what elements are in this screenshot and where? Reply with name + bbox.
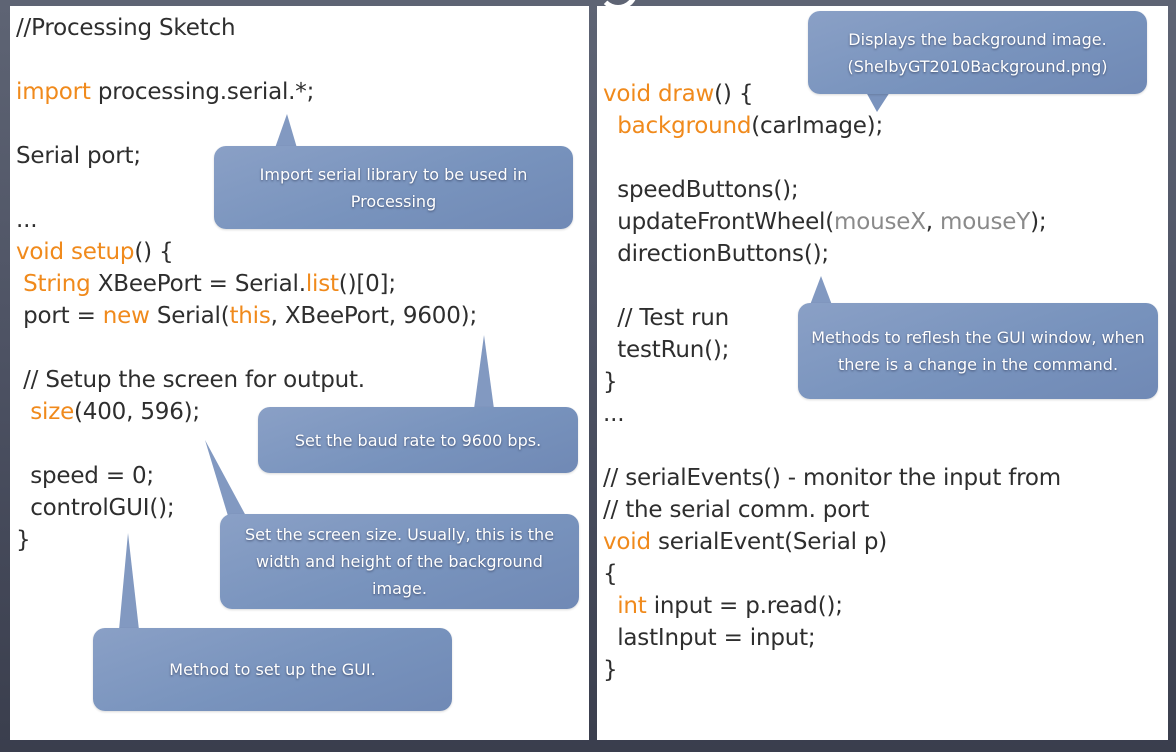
code-keyword: void setup xyxy=(16,239,135,265)
code-line: //Processing Sketch xyxy=(16,12,477,44)
code-text: ... xyxy=(603,401,625,427)
code-line: void draw() { xyxy=(603,78,1061,110)
code-text: // the serial comm. port xyxy=(603,497,870,523)
code-line: import processing.serial.*; xyxy=(16,76,477,108)
code-keyword: String xyxy=(23,271,91,297)
code-keyword: background xyxy=(617,113,752,139)
code-line: background(carImage); xyxy=(603,110,1061,142)
code-line: ... xyxy=(603,398,1061,430)
code-line: updateFrontWheel(mouseX, mouseY); xyxy=(603,206,1061,238)
code-keyword: list xyxy=(305,271,339,297)
code-text: testRun(); xyxy=(603,337,730,363)
code-keyword: import xyxy=(16,79,91,105)
code-line: } xyxy=(603,366,1061,398)
code-line: String XBeePort = Serial.list()[0]; xyxy=(16,268,477,300)
code-text: ()[0]; xyxy=(338,271,396,297)
code-block-draw: void draw() { background(carImage); spee… xyxy=(603,14,1061,686)
code-text: processing.serial.*; xyxy=(90,79,315,105)
code-text: directionButtons(); xyxy=(603,241,829,267)
code-text: } xyxy=(603,657,618,683)
code-line: controlGUI(); xyxy=(16,492,477,524)
code-line: { xyxy=(603,558,1061,590)
code-text: , xyxy=(925,209,941,235)
code-text: , XBeePort, 9600); xyxy=(270,303,478,329)
code-keyword: this xyxy=(229,303,271,329)
code-text: } xyxy=(16,527,31,553)
code-line: void serialEvent(Serial p) xyxy=(603,526,1061,558)
code-line: // Test run xyxy=(603,302,1061,334)
code-panel-left: //Processing Sketch import processing.ser… xyxy=(10,6,589,740)
code-text: () { xyxy=(134,239,174,265)
code-text: controlGUI(); xyxy=(16,495,175,521)
code-text: updateFrontWheel( xyxy=(603,209,835,235)
code-text: XBeePort = Serial. xyxy=(90,271,306,297)
code-keyword: void draw xyxy=(603,81,715,107)
code-line: directionButtons(); xyxy=(603,238,1061,270)
code-line: testRun(); xyxy=(603,334,1061,366)
code-text: Serial( xyxy=(149,303,230,329)
code-text: speedButtons(); xyxy=(603,177,799,203)
code-keyword: void xyxy=(603,529,651,555)
code-line: } xyxy=(16,524,477,556)
code-text: // Test run xyxy=(603,305,730,331)
code-line: size(400, 596); xyxy=(16,396,477,428)
code-panel-right: void draw() { background(carImage); spee… xyxy=(597,6,1168,740)
code-text: speed = 0; xyxy=(16,463,154,489)
code-text: lastInput = input; xyxy=(603,625,816,651)
code-keyword: new xyxy=(102,303,150,329)
code-text: // Setup the screen for output. xyxy=(16,367,365,393)
code-text: serialEvent(Serial p) xyxy=(650,529,888,555)
code-line: // Setup the screen for output. xyxy=(16,364,477,396)
code-text: ); xyxy=(1030,209,1047,235)
code-text: } xyxy=(603,369,618,395)
code-block-setup: //Processing Sketch import processing.ser… xyxy=(16,12,477,556)
code-keyword: size xyxy=(30,399,75,425)
code-text: () { xyxy=(714,81,754,107)
code-text: //Processing Sketch xyxy=(16,15,236,41)
code-line: Serial port; xyxy=(16,140,477,172)
code-line: speedButtons(); xyxy=(603,174,1061,206)
code-text: (carImage); xyxy=(751,113,884,139)
code-line: // the serial comm. port xyxy=(603,494,1061,526)
code-line: // serialEvents() - monitor the input fr… xyxy=(603,462,1061,494)
code-keyword: int xyxy=(617,593,647,619)
code-text: ... xyxy=(16,207,38,233)
code-text: { xyxy=(603,561,618,587)
code-builtin-variable: mouseX xyxy=(834,209,926,235)
code-text: port = xyxy=(16,303,103,329)
code-text: input = p.read(); xyxy=(646,593,843,619)
code-line: lastInput = input; xyxy=(603,622,1061,654)
code-line: } xyxy=(603,654,1061,686)
code-text: // serialEvents() - monitor the input fr… xyxy=(603,465,1061,491)
code-line: speed = 0; xyxy=(16,460,477,492)
code-line: int input = p.read(); xyxy=(603,590,1061,622)
code-text: (400, 596); xyxy=(74,399,200,425)
code-text: Serial port; xyxy=(16,143,141,169)
code-line: ... xyxy=(16,204,477,236)
code-line: void setup() { xyxy=(16,236,477,268)
code-line: port = new Serial(this, XBeePort, 9600); xyxy=(16,300,477,332)
code-builtin-variable: mouseY xyxy=(940,209,1031,235)
